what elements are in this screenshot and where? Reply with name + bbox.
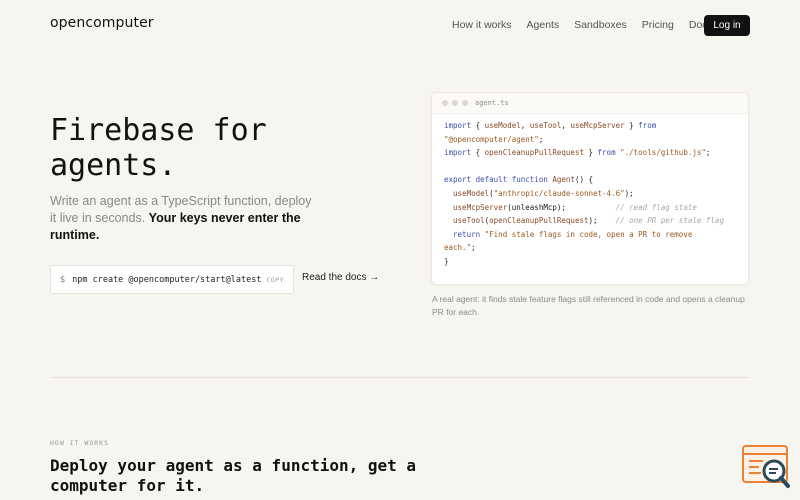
read-docs-link[interactable]: Read the docs →	[302, 272, 379, 283]
code-body: import { useModel, useTool, useMcpServer…	[432, 114, 748, 269]
nav-link-agents[interactable]: Agents	[527, 19, 560, 31]
code-line: export default function Agent() {	[444, 175, 594, 185]
code-card-header: agent.ts	[432, 93, 748, 114]
logo[interactable]: opencomputer	[50, 15, 154, 31]
section-divider	[50, 377, 750, 378]
top-nav: opencomputer How it works Agents Sandbox…	[0, 0, 800, 50]
section-label: HOW IT WORKS	[50, 439, 109, 447]
code-filename: agent.ts	[475, 99, 509, 107]
code-caption: A real agent: it finds stale feature fla…	[432, 294, 745, 317]
copy-button[interactable]: COPY	[266, 276, 284, 284]
install-command[interactable]: npm create @opencomputer/start@latest	[72, 275, 261, 285]
code-line: each.";	[444, 243, 476, 253]
nav-link-how-it-works[interactable]: How it works	[452, 19, 512, 31]
code-line: import { openCleanupPullRequest } from "…	[444, 148, 711, 158]
code-line: import { useModel, useTool, useMcpServer…	[444, 121, 657, 130]
login-button[interactable]: Log in	[704, 15, 750, 36]
window-dot-icon	[452, 100, 458, 106]
nav-link-sandboxes[interactable]: Sandboxes	[574, 19, 627, 31]
nav-links: How it works Agents Sandboxes Pricing Do…	[452, 19, 728, 31]
code-line: useModel("anthropic/claude-sonnet-4.6");	[453, 188, 634, 198]
code-line: }	[444, 256, 449, 266]
section-title: Deploy your agent as a function, get a c…	[50, 456, 417, 495]
hero-subtitle: Write an agent as a TypeScript function,…	[50, 193, 320, 244]
command-prompt: $	[60, 274, 66, 285]
window-dot-icon	[462, 100, 468, 106]
window-dot-icon	[442, 100, 448, 106]
install-command-box[interactable]: $ npm create @opencomputer/start@latest …	[50, 265, 294, 294]
search-document-icon[interactable]	[741, 444, 793, 490]
nav-link-pricing[interactable]: Pricing	[642, 19, 674, 31]
code-line: useTool(openCleanupPullRequest); // one …	[453, 216, 724, 226]
code-line: return "Find stale flags in code, open a…	[453, 229, 693, 239]
code-line: useMcpServer(unleashMcp); // read flag s…	[453, 202, 697, 212]
code-line: "@opencomputer/agent";	[444, 134, 544, 144]
hero-title: Firebase for agents.	[50, 113, 267, 183]
code-card: agent.ts import { useModel, useTool, use…	[431, 92, 749, 285]
